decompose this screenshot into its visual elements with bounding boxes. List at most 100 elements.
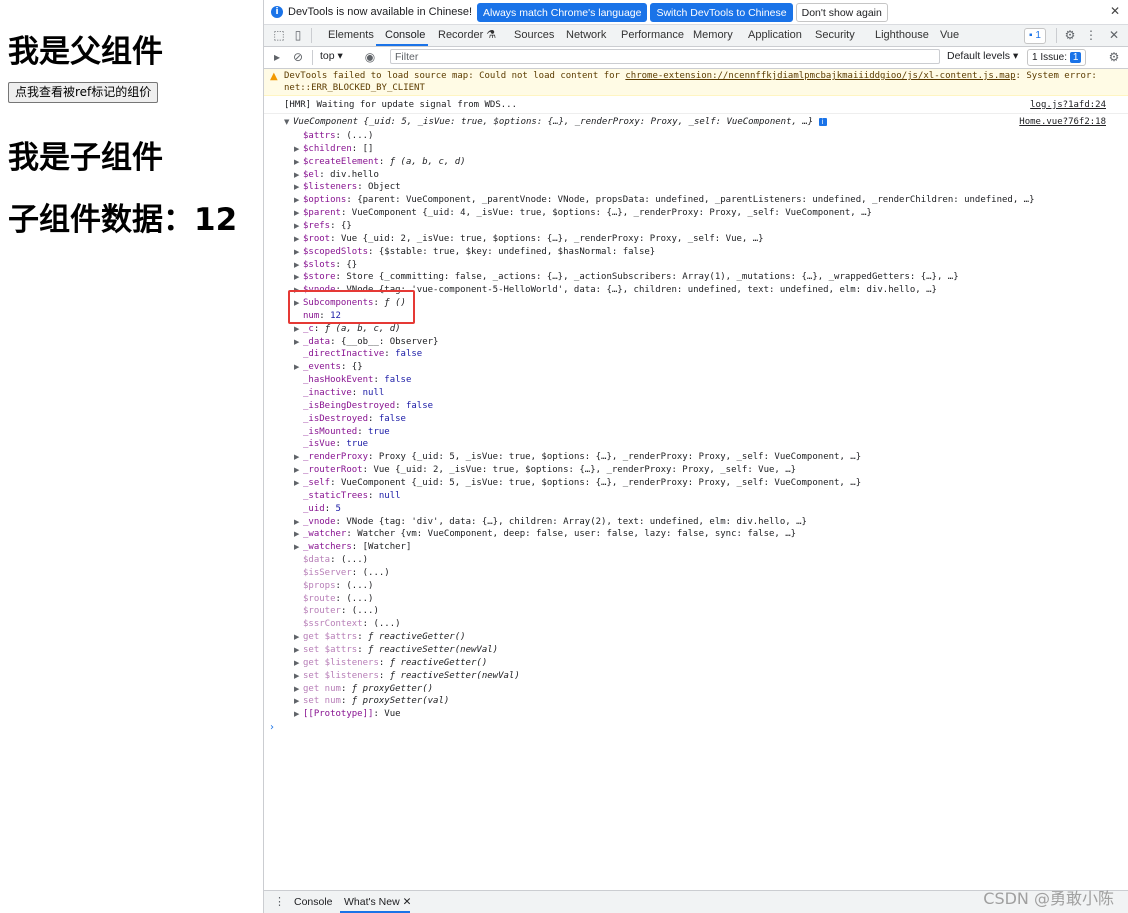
highlight-annotation-box bbox=[288, 290, 415, 324]
tab-security[interactable]: Security bbox=[815, 25, 855, 46]
expand-triangle-icon[interactable]: ▶ bbox=[294, 683, 303, 696]
expand-triangle-icon[interactable]: ▶ bbox=[294, 670, 303, 683]
tab-elements[interactable]: Elements bbox=[328, 25, 374, 46]
expand-triangle-icon[interactable]: ▼ bbox=[284, 116, 293, 129]
log-levels-select[interactable]: Default levels ▾ bbox=[947, 50, 1018, 62]
tab-vue[interactable]: Vue bbox=[940, 25, 959, 46]
switch-to-chinese-button[interactable]: Switch DevTools to Chinese bbox=[650, 2, 793, 22]
drawer-menu-icon[interactable]: ⋮ bbox=[274, 891, 285, 913]
expand-triangle-icon[interactable]: ▶ bbox=[294, 246, 303, 259]
property-row[interactable]: ▶ _watcher: Watcher {vm: VueComponent, de… bbox=[294, 528, 796, 541]
property-row[interactable]: ▶ $el: div.hello bbox=[294, 169, 379, 182]
console-prompt[interactable]: › bbox=[270, 722, 274, 733]
property-row[interactable]: ▶ $children: [] bbox=[294, 143, 373, 156]
vue-component-log[interactable]: ▼ VueComponent {_uid: 5, _isVue: true, $o… bbox=[264, 116, 1128, 129]
more-options-icon[interactable]: ⋮ bbox=[1084, 28, 1098, 42]
expand-triangle-icon[interactable]: ▶ bbox=[294, 644, 303, 657]
property-row[interactable]: ▶ _self: VueComponent {_uid: 5, _isVue: t… bbox=[294, 477, 861, 490]
view-ref-component-button[interactable]: 点我查看被ref标记的组价 bbox=[8, 82, 159, 103]
property-row[interactable]: ▶ $createElement: ƒ (a, b, c, d) bbox=[294, 156, 466, 169]
property-row[interactable]: ▶ [[Prototype]]: Vue bbox=[294, 708, 401, 721]
expand-triangle-icon[interactable]: ▶ bbox=[294, 708, 303, 721]
property-row[interactable]: ▶ set num: ƒ proxySetter(val) bbox=[294, 695, 449, 708]
property-row[interactable]: ▶ $refs: {} bbox=[294, 220, 352, 233]
property-key: get num bbox=[303, 683, 341, 694]
close-devtools-icon[interactable]: ✕ bbox=[1107, 28, 1121, 42]
property-row[interactable]: ▶ $parent: VueComponent {_uid: 4, _isVue:… bbox=[294, 207, 872, 220]
expand-triangle-icon[interactable]: ▶ bbox=[294, 169, 303, 182]
drawer-tab-whats-new[interactable]: What's New ✕ bbox=[344, 891, 411, 913]
device-toolbar-icon[interactable]: ▯ bbox=[291, 28, 305, 42]
property-row[interactable]: ▶ _c: ƒ (a, b, c, d) bbox=[294, 323, 401, 336]
property-row[interactable]: ▶ $slots: {} bbox=[294, 259, 357, 272]
source-map-link[interactable]: chrome-extension://ncennffkjdiamlpmcbajk… bbox=[625, 71, 1015, 81]
messages-badge[interactable]: ▪ 1 bbox=[1024, 28, 1046, 44]
property-row[interactable]: ▶ $listeners: Object bbox=[294, 181, 401, 194]
expand-triangle-icon[interactable]: ▶ bbox=[294, 695, 303, 708]
expand-triangle-icon[interactable]: ▶ bbox=[294, 631, 303, 644]
property-row[interactable]: ▶ get $attrs: ƒ reactiveGetter() bbox=[294, 631, 466, 644]
log-source-link[interactable]: log.js?1afd:24 bbox=[1030, 99, 1106, 112]
close-icon[interactable]: ✕ bbox=[1110, 4, 1120, 18]
dont-show-again-button[interactable]: Don't show again bbox=[795, 2, 888, 22]
expand-triangle-icon[interactable]: ▶ bbox=[294, 477, 303, 490]
expand-triangle-icon[interactable]: ▶ bbox=[294, 451, 303, 464]
property-row[interactable]: ▶ _routerRoot: Vue {_uid: 2, _isVue: true… bbox=[294, 464, 796, 477]
issues-badge[interactable]: 1 Issue: 1 bbox=[1027, 49, 1087, 66]
expand-triangle-icon[interactable]: ▶ bbox=[294, 271, 303, 284]
log-source-link[interactable]: Home.vue?76f2:18 bbox=[1019, 116, 1106, 129]
expand-triangle-icon[interactable]: ▶ bbox=[294, 464, 303, 477]
expand-triangle-icon[interactable]: ▶ bbox=[294, 233, 303, 246]
eye-icon[interactable]: ◉ bbox=[363, 50, 377, 64]
expand-triangle-icon[interactable]: ▶ bbox=[294, 143, 303, 156]
tab-memory[interactable]: Memory bbox=[693, 25, 733, 46]
expand-triangle-icon[interactable]: ▶ bbox=[294, 361, 303, 374]
filter-input[interactable] bbox=[390, 49, 940, 64]
property-row[interactable]: ▶ set $listeners: ƒ reactiveSetter(newVal… bbox=[294, 670, 520, 683]
close-icon[interactable]: ✕ bbox=[403, 896, 412, 908]
tab-lighthouse[interactable]: Lighthouse bbox=[875, 25, 929, 46]
property-row[interactable]: ▶ $options: {parent: VueComponent, _paren… bbox=[294, 194, 1035, 207]
property-key: _hasHookEvent bbox=[303, 375, 374, 386]
expand-triangle-icon[interactable]: ▶ bbox=[294, 194, 303, 207]
gear-icon[interactable]: ⚙ bbox=[1063, 28, 1077, 42]
expand-triangle-icon[interactable]: ▶ bbox=[294, 220, 303, 233]
expand-triangle-icon[interactable]: ▶ bbox=[294, 516, 303, 529]
expand-triangle-icon[interactable]: ▶ bbox=[294, 156, 303, 169]
property-row[interactable]: ▶ _renderProxy: Proxy {_uid: 5, _isVue: t… bbox=[294, 451, 861, 464]
property-row[interactable]: ▶ $scopedSlots: {$stable: true, $key: und… bbox=[294, 246, 655, 259]
expand-triangle-icon[interactable]: ▶ bbox=[294, 323, 303, 336]
expand-triangle-icon[interactable]: ▶ bbox=[294, 181, 303, 194]
property-row[interactable]: ▶ _data: {__ob__: Observer} bbox=[294, 336, 438, 349]
property-row[interactable]: ▶ $store: Store {_committing: false, _act… bbox=[294, 271, 959, 284]
expand-triangle-icon[interactable]: ▶ bbox=[294, 657, 303, 670]
expand-triangle-icon[interactable]: ▶ bbox=[294, 528, 303, 541]
property-row[interactable]: ▶ _watchers: [Watcher] bbox=[294, 541, 411, 554]
expand-triangle-icon[interactable]: ▶ bbox=[294, 541, 303, 554]
property-row: $attrs: (...) bbox=[303, 131, 374, 141]
expand-triangle-icon[interactable]: ▶ bbox=[294, 207, 303, 220]
context-select[interactable]: top ▾ bbox=[320, 50, 343, 62]
property-row[interactable]: ▶ _events: {} bbox=[294, 361, 363, 374]
always-match-language-button[interactable]: Always match Chrome's language bbox=[477, 2, 648, 22]
sidebar-toggle-icon[interactable]: ▸ bbox=[270, 50, 284, 64]
tab-application[interactable]: Application bbox=[748, 25, 802, 46]
property-row[interactable]: ▶ _vnode: VNode {tag: 'div', data: {…}, c… bbox=[294, 516, 807, 529]
expand-triangle-icon[interactable]: ▶ bbox=[294, 336, 303, 349]
tab-sources[interactable]: Sources bbox=[514, 25, 554, 46]
property-row[interactable]: ▶ $root: Vue {_uid: 2, _isVue: true, $opt… bbox=[294, 233, 764, 246]
console-settings-gear-icon[interactable]: ⚙ bbox=[1107, 50, 1121, 64]
expand-triangle-icon[interactable]: ▶ bbox=[294, 259, 303, 272]
property-row[interactable]: ▶ set $attrs: ƒ reactiveSetter(newVal) bbox=[294, 644, 498, 657]
tab-performance[interactable]: Performance bbox=[621, 25, 684, 46]
clear-console-icon[interactable]: ⊘ bbox=[291, 50, 305, 64]
tab-console[interactable]: Console bbox=[385, 25, 425, 46]
property-value: false bbox=[405, 400, 434, 411]
tab-network[interactable]: Network bbox=[566, 25, 606, 46]
hmr-log-message: [HMR] Waiting for update signal from WDS… bbox=[264, 99, 1128, 114]
tab-recorder[interactable]: Recorder ⚗ bbox=[438, 25, 496, 46]
property-row[interactable]: ▶ get num: ƒ proxyGetter() bbox=[294, 683, 433, 696]
inspect-element-icon[interactable]: ⬚ bbox=[272, 28, 286, 42]
drawer-tab-console[interactable]: Console bbox=[294, 891, 333, 913]
property-row[interactable]: ▶ get $listeners: ƒ reactiveGetter() bbox=[294, 657, 487, 670]
